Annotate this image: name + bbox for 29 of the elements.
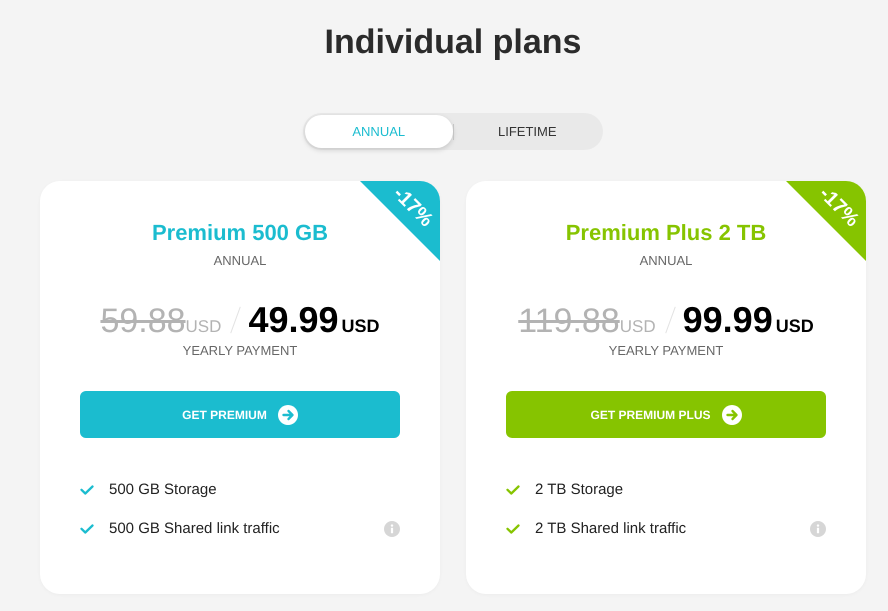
check-icon xyxy=(506,485,520,495)
plan-period: ANNUAL xyxy=(214,253,266,269)
purchase-button[interactable]: GET PREMIUM PLUS xyxy=(506,391,826,438)
check-icon xyxy=(80,485,94,495)
billing-tab[interactable]: LIFETIME xyxy=(454,115,601,148)
price-note: YEARLY PAYMENT xyxy=(182,343,298,359)
plan-period: ANNUAL xyxy=(640,253,692,269)
billing-tab[interactable]: ANNUAL xyxy=(305,115,452,148)
feature-label: 500 GB Storage xyxy=(109,480,217,500)
price-note: YEARLY PAYMENT xyxy=(608,343,724,359)
feature-label: 2 TB Storage xyxy=(535,480,624,500)
arrow-right-icon xyxy=(722,404,742,424)
price-amount: 49.99 xyxy=(248,301,339,339)
feature-label: 2 TB Shared link traffic xyxy=(535,519,686,539)
plan-name: Premium 500 GB xyxy=(152,219,328,247)
price-amount: 99.99 xyxy=(682,301,773,339)
currency-label: USD xyxy=(776,316,814,336)
plan-name: Premium Plus 2 TB xyxy=(566,219,766,247)
check-icon xyxy=(506,524,520,534)
page-title: Individual plans xyxy=(324,22,582,62)
info-icon[interactable] xyxy=(384,521,400,537)
arrow-right-icon xyxy=(278,404,298,424)
check-icon xyxy=(80,524,94,534)
purchase-button[interactable]: GET PREMIUM xyxy=(80,391,400,438)
old-price: 59.88USD xyxy=(100,302,222,342)
currency-label: USD xyxy=(342,316,380,336)
info-icon[interactable] xyxy=(810,521,826,537)
feature-label: 500 GB Shared link traffic xyxy=(109,519,280,539)
old-price: 119.88USD xyxy=(518,302,656,342)
